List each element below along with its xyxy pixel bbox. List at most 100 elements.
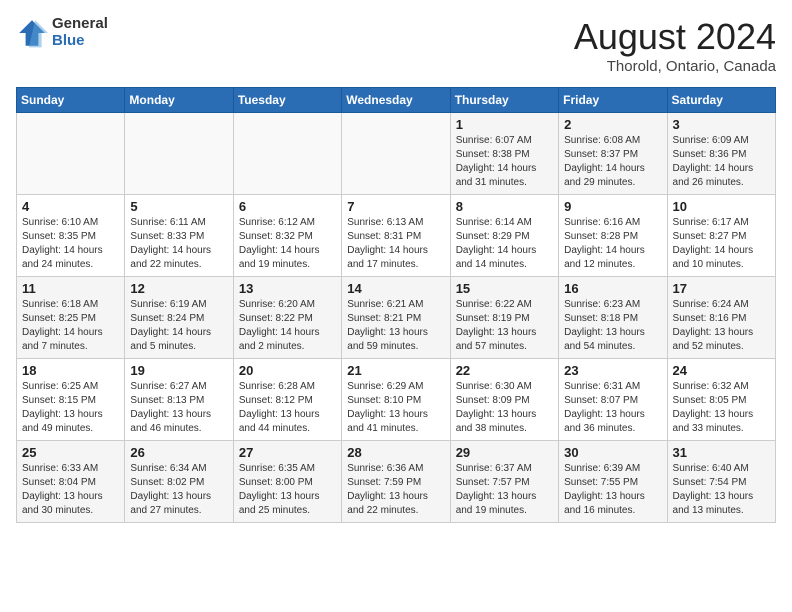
- day-info: Sunrise: 6:28 AM Sunset: 8:12 PM Dayligh…: [239, 380, 336, 436]
- day-number: 30: [564, 445, 661, 460]
- day-info: Sunrise: 6:24 AM Sunset: 8:16 PM Dayligh…: [673, 298, 770, 354]
- calendar-cell: 31 Sunrise: 6:40 AM Sunset: 7:54 PM Dayli…: [667, 441, 775, 523]
- day-info: Sunrise: 6:34 AM Sunset: 8:02 PM Dayligh…: [130, 462, 227, 518]
- day-info: Sunrise: 6:29 AM Sunset: 8:10 PM Dayligh…: [347, 380, 444, 436]
- logo-blue: Blue: [52, 33, 108, 50]
- calendar-cell: [342, 113, 450, 195]
- calendar-cell: 26 Sunrise: 6:34 AM Sunset: 8:02 PM Dayli…: [125, 441, 233, 523]
- day-info: Sunrise: 6:33 AM Sunset: 8:04 PM Dayligh…: [22, 462, 119, 518]
- day-number: 19: [130, 363, 227, 378]
- day-number: 27: [239, 445, 336, 460]
- calendar-cell: 20 Sunrise: 6:28 AM Sunset: 8:12 PM Dayli…: [233, 359, 341, 441]
- calendar-cell: 28 Sunrise: 6:36 AM Sunset: 7:59 PM Dayli…: [342, 441, 450, 523]
- day-number: 15: [456, 281, 553, 296]
- day-info: Sunrise: 6:10 AM Sunset: 8:35 PM Dayligh…: [22, 216, 119, 272]
- day-number: 16: [564, 281, 661, 296]
- calendar-cell: 15 Sunrise: 6:22 AM Sunset: 8:19 PM Dayli…: [450, 277, 558, 359]
- day-info: Sunrise: 6:35 AM Sunset: 8:00 PM Dayligh…: [239, 462, 336, 518]
- day-number: 3: [673, 117, 770, 132]
- calendar-cell: 5Sunrise: 6:11 AM Sunset: 8:33 PM Daylig…: [125, 195, 233, 277]
- calendar-cell: [125, 113, 233, 195]
- calendar-cell: 3Sunrise: 6:09 AM Sunset: 8:36 PM Daylig…: [667, 113, 775, 195]
- day-number: 1: [456, 117, 553, 132]
- calendar-cell: 6 Sunrise: 6:12 AM Sunset: 8:32 PM Daylig…: [233, 195, 341, 277]
- day-info: Sunrise: 6:30 AM Sunset: 8:09 PM Dayligh…: [456, 380, 553, 436]
- day-number: 25: [22, 445, 119, 460]
- logo-general: General: [52, 16, 108, 33]
- calendar-week-row: 25 Sunrise: 6:33 AM Sunset: 8:04 PM Dayli…: [17, 441, 776, 523]
- calendar-cell: 11Sunrise: 6:18 AM Sunset: 8:25 PM Dayli…: [17, 277, 125, 359]
- day-number: 24: [673, 363, 770, 378]
- day-number: 10: [673, 199, 770, 214]
- weekday-header-row: SundayMondayTuesdayWednesdayThursdayFrid…: [17, 88, 776, 113]
- calendar-cell: 4 Sunrise: 6:10 AM Sunset: 8:35 PM Daylig…: [17, 195, 125, 277]
- day-info: Sunrise: 6:16 AM Sunset: 8:28 PM Dayligh…: [564, 216, 661, 272]
- weekday-header-wednesday: Wednesday: [342, 88, 450, 113]
- calendar-cell: [233, 113, 341, 195]
- calendar-week-row: 11Sunrise: 6:18 AM Sunset: 8:25 PM Dayli…: [17, 277, 776, 359]
- day-number: 17: [673, 281, 770, 296]
- day-number: 26: [130, 445, 227, 460]
- day-info: Sunrise: 6:27 AM Sunset: 8:13 PM Dayligh…: [130, 380, 227, 436]
- month-year-title: August 2024: [574, 16, 776, 58]
- day-info: Sunrise: 6:08 AM Sunset: 8:37 PM Dayligh…: [564, 134, 661, 190]
- calendar-cell: 18 Sunrise: 6:25 AM Sunset: 8:15 PM Dayli…: [17, 359, 125, 441]
- calendar-cell: 16 Sunrise: 6:23 AM Sunset: 8:18 PM Dayli…: [559, 277, 667, 359]
- day-info: Sunrise: 6:37 AM Sunset: 7:57 PM Dayligh…: [456, 462, 553, 518]
- day-info: Sunrise: 6:18 AM Sunset: 8:25 PM Dayligh…: [22, 298, 119, 354]
- day-info: Sunrise: 6:25 AM Sunset: 8:15 PM Dayligh…: [22, 380, 119, 436]
- calendar-cell: 21Sunrise: 6:29 AM Sunset: 8:10 PM Dayli…: [342, 359, 450, 441]
- calendar-cell: 1 Sunrise: 6:07 AM Sunset: 8:38 PM Daylig…: [450, 113, 558, 195]
- day-info: Sunrise: 6:07 AM Sunset: 8:38 PM Dayligh…: [456, 134, 553, 190]
- day-info: Sunrise: 6:36 AM Sunset: 7:59 PM Dayligh…: [347, 462, 444, 518]
- calendar-week-row: 4 Sunrise: 6:10 AM Sunset: 8:35 PM Daylig…: [17, 195, 776, 277]
- calendar-cell: 29 Sunrise: 6:37 AM Sunset: 7:57 PM Dayli…: [450, 441, 558, 523]
- calendar-cell: 23Sunrise: 6:31 AM Sunset: 8:07 PM Dayli…: [559, 359, 667, 441]
- title-block: August 2024 Thorold, Ontario, Canada: [574, 16, 776, 75]
- calendar-week-row: 18 Sunrise: 6:25 AM Sunset: 8:15 PM Dayli…: [17, 359, 776, 441]
- day-number: 9: [564, 199, 661, 214]
- day-info: Sunrise: 6:17 AM Sunset: 8:27 PM Dayligh…: [673, 216, 770, 272]
- day-number: 12: [130, 281, 227, 296]
- day-number: 8: [456, 199, 553, 214]
- day-info: Sunrise: 6:22 AM Sunset: 8:19 PM Dayligh…: [456, 298, 553, 354]
- weekday-header-thursday: Thursday: [450, 88, 558, 113]
- day-info: Sunrise: 6:13 AM Sunset: 8:31 PM Dayligh…: [347, 216, 444, 272]
- weekday-header-monday: Monday: [125, 88, 233, 113]
- calendar-cell: 22Sunrise: 6:30 AM Sunset: 8:09 PM Dayli…: [450, 359, 558, 441]
- day-info: Sunrise: 6:14 AM Sunset: 8:29 PM Dayligh…: [456, 216, 553, 272]
- calendar-cell: 17 Sunrise: 6:24 AM Sunset: 8:16 PM Dayli…: [667, 277, 775, 359]
- calendar-header: SundayMondayTuesdayWednesdayThursdayFrid…: [17, 88, 776, 113]
- day-number: 28: [347, 445, 444, 460]
- day-info: Sunrise: 6:20 AM Sunset: 8:22 PM Dayligh…: [239, 298, 336, 354]
- weekday-header-tuesday: Tuesday: [233, 88, 341, 113]
- day-number: 23: [564, 363, 661, 378]
- calendar-cell: 24Sunrise: 6:32 AM Sunset: 8:05 PM Dayli…: [667, 359, 775, 441]
- calendar-cell: 8 Sunrise: 6:14 AM Sunset: 8:29 PM Daylig…: [450, 195, 558, 277]
- day-number: 20: [239, 363, 336, 378]
- day-number: 5: [130, 199, 227, 214]
- day-number: 31: [673, 445, 770, 460]
- day-info: Sunrise: 6:19 AM Sunset: 8:24 PM Dayligh…: [130, 298, 227, 354]
- day-info: Sunrise: 6:12 AM Sunset: 8:32 PM Dayligh…: [239, 216, 336, 272]
- day-info: Sunrise: 6:39 AM Sunset: 7:55 PM Dayligh…: [564, 462, 661, 518]
- day-number: 2: [564, 117, 661, 132]
- calendar-week-row: 1 Sunrise: 6:07 AM Sunset: 8:38 PM Daylig…: [17, 113, 776, 195]
- day-number: 14: [347, 281, 444, 296]
- day-number: 13: [239, 281, 336, 296]
- day-info: Sunrise: 6:21 AM Sunset: 8:21 PM Dayligh…: [347, 298, 444, 354]
- calendar-cell: 13 Sunrise: 6:20 AM Sunset: 8:22 PM Dayli…: [233, 277, 341, 359]
- calendar-table: SundayMondayTuesdayWednesdayThursdayFrid…: [16, 87, 776, 523]
- logo-icon: [16, 17, 48, 49]
- day-number: 6: [239, 199, 336, 214]
- day-info: Sunrise: 6:40 AM Sunset: 7:54 PM Dayligh…: [673, 462, 770, 518]
- calendar-body: 1 Sunrise: 6:07 AM Sunset: 8:38 PM Daylig…: [17, 113, 776, 523]
- page-header: General Blue August 2024 Thorold, Ontari…: [16, 16, 776, 75]
- day-number: 18: [22, 363, 119, 378]
- calendar-cell: 12 Sunrise: 6:19 AM Sunset: 8:24 PM Dayli…: [125, 277, 233, 359]
- weekday-header-sunday: Sunday: [17, 88, 125, 113]
- day-number: 4: [22, 199, 119, 214]
- day-info: Sunrise: 6:23 AM Sunset: 8:18 PM Dayligh…: [564, 298, 661, 354]
- calendar-cell: 9 Sunrise: 6:16 AM Sunset: 8:28 PM Daylig…: [559, 195, 667, 277]
- day-number: 29: [456, 445, 553, 460]
